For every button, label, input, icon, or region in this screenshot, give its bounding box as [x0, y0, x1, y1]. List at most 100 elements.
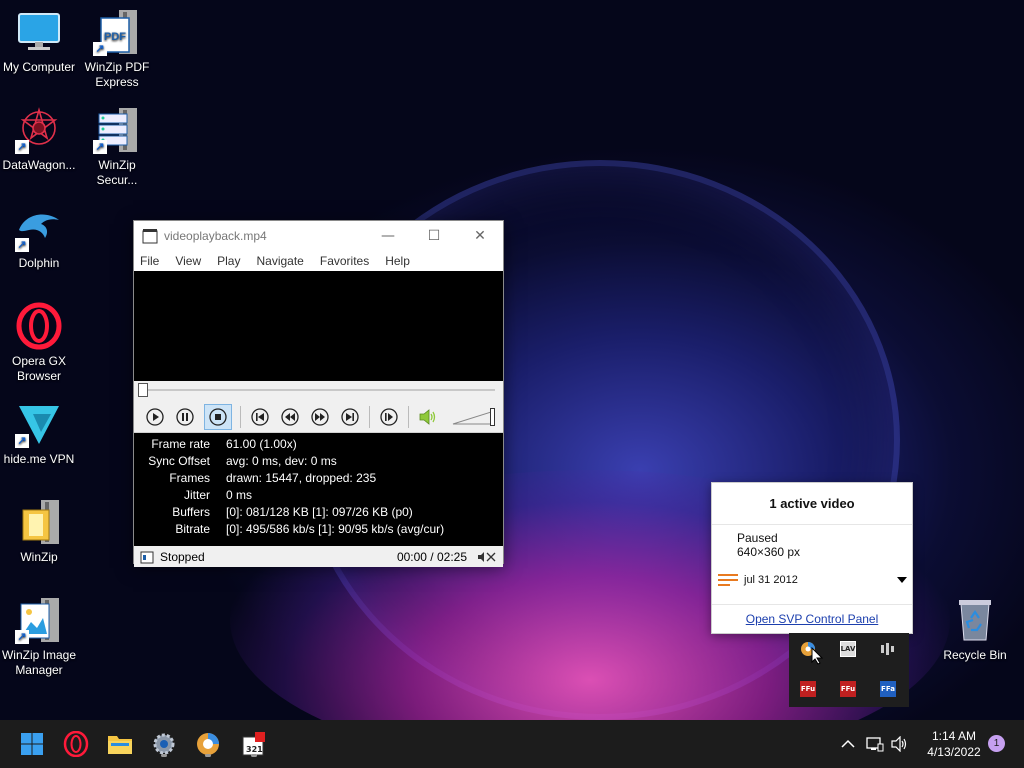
winzip-pdf-icon: PDF ↗: [93, 8, 141, 56]
taskbar-svp[interactable]: [192, 728, 224, 760]
svp-popup: 1 active video Paused 640×360 px jul 31 …: [711, 482, 913, 634]
network-icon[interactable]: [865, 734, 885, 754]
previous-button[interactable]: [249, 406, 271, 428]
playback-time: 00:00 / 02:25: [396, 549, 467, 564]
audio-switcher-tray-icon[interactable]: [880, 641, 896, 657]
desktop-icon-winzip-image-manager[interactable]: ↗ WinZip Image Manager: [0, 596, 78, 678]
play-button[interactable]: [144, 406, 166, 428]
taskbar-clock[interactable]: 1:14 AM 4/13/2022: [918, 728, 990, 760]
menu-view[interactable]: View: [175, 254, 201, 268]
svp-date: jul 31 2012: [744, 574, 798, 586]
shortcut-arrow-icon: ↗: [93, 140, 107, 154]
desktop-icon-winzip-secure[interactable]: ↗ WinZip Secur...: [78, 106, 156, 188]
rewind-button[interactable]: [279, 406, 301, 428]
maximize-icon: ☐: [427, 228, 441, 244]
start-button[interactable]: [16, 728, 48, 760]
menu-file[interactable]: File: [140, 254, 159, 268]
mpc-app-icon: [142, 228, 158, 244]
toolbar-separator: [240, 405, 241, 428]
player-titlebar[interactable]: videoplayback.mp4 — ☐ ✕: [134, 221, 503, 251]
maximize-button[interactable]: ☐: [411, 221, 457, 251]
pause-icon: [176, 407, 194, 426]
stat-value: [0]: 081/128 KB [1]: 097/26 KB (p0): [226, 505, 413, 519]
dropdown-arrow-icon[interactable]: [897, 577, 907, 583]
lav-tray-icon[interactable]: LAV: [840, 641, 856, 657]
stop-button[interactable]: [204, 403, 232, 430]
desktop-icon-my-computer[interactable]: My Computer: [0, 8, 78, 75]
menu-navigate[interactable]: Navigate: [256, 254, 303, 268]
seek-thumb[interactable]: [138, 383, 148, 397]
play-icon: [146, 407, 164, 426]
profile-lines-icon: [718, 574, 738, 586]
stat-value: [0]: 495/586 kb/s [1]: 90/95 kb/s (avg/c…: [226, 522, 445, 536]
desktop-icon-label: Dolphin: [18, 256, 60, 270]
shortcut-arrow-icon: ↗: [15, 140, 29, 154]
stat-row-buffers: Buffers [0]: 081/128 KB [1]: 097/26 KB (…: [134, 504, 503, 521]
desktop-icon-label: WinZip: [20, 550, 58, 564]
svp-profile-row[interactable]: jul 31 2012: [718, 573, 798, 587]
folder-icon: [108, 736, 132, 754]
menu-help[interactable]: Help: [385, 254, 410, 268]
ffdshow-audio-tray-icon[interactable]: FFa: [880, 681, 896, 697]
rewind-icon: [281, 407, 299, 426]
stat-value: 61.00 (1.00x): [226, 437, 297, 451]
taskbar-settings[interactable]: [148, 728, 180, 760]
desktop-icon-label: Opera GX Browser: [11, 354, 67, 383]
notification-badge[interactable]: 1: [988, 735, 1005, 752]
tray-overflow-panel: LAV FFu FFu FFa: [789, 633, 909, 707]
desktop-icon-winzip[interactable]: WinZip: [0, 498, 78, 565]
desktop-icon-label: WinZip Secur...: [96, 158, 138, 187]
ffdshow-video-tray-icon[interactable]: FFu: [800, 681, 816, 697]
volume-slider[interactable]: [451, 406, 497, 428]
running-indicator: [205, 754, 211, 757]
svp-video-info: Paused 640×360 px jul 31 2012: [712, 525, 912, 605]
frame-step-icon: [380, 407, 398, 426]
clock-time: 1:14 AM: [931, 729, 977, 743]
next-button[interactable]: [339, 406, 361, 428]
video-area[interactable]: [134, 271, 503, 381]
svp-header: 1 active video: [712, 483, 912, 525]
desktop-icon-hideme-vpn[interactable]: ↗ hide.me VPN: [0, 400, 78, 467]
stat-label: Frames: [169, 471, 210, 485]
windows-logo-icon: [21, 733, 43, 755]
stat-row-bitrate: Bitrate [0]: 495/586 kb/s [1]: 90/95 kb/…: [134, 521, 503, 538]
taskbar-opera-gx[interactable]: [60, 728, 92, 760]
stat-row-jitter: Jitter 0 ms: [134, 487, 503, 504]
frame-step-button[interactable]: [378, 406, 400, 428]
desktop-icon-label: WinZip PDF Express: [84, 60, 150, 89]
winzip-secure-icon: ↗: [93, 106, 141, 154]
fast-forward-button[interactable]: [309, 406, 331, 428]
stat-row-sync-offset: Sync Offset avg: 0 ms, dev: 0 ms: [134, 453, 503, 470]
stat-row-frame-rate: Frame rate 61.00 (1.00x): [134, 436, 503, 453]
desktop-icon-label: Recycle Bin: [943, 648, 1007, 662]
pause-button[interactable]: [174, 406, 196, 428]
taskbar-mpc-hc[interactable]: 321: [238, 728, 270, 760]
desktop-icon-opera-gx[interactable]: Opera GX Browser: [0, 302, 78, 384]
desktop-icon-dolphin[interactable]: ↗ Dolphin: [0, 204, 78, 271]
desktop-icon-label: DataWagon...: [2, 158, 76, 172]
shortcut-arrow-icon: ↗: [15, 630, 29, 644]
desktop-icon-datawagon[interactable]: ↗ DataWagon...: [0, 106, 78, 173]
volume-thumb[interactable]: [490, 407, 495, 426]
minimize-button[interactable]: —: [365, 221, 411, 251]
media-player-window[interactable]: videoplayback.mp4 — ☐ ✕ File View Play N…: [133, 220, 504, 567]
desktop-icon-winzip-pdf-express[interactable]: PDF ↗ WinZip PDF Express: [78, 8, 156, 90]
volume-icon[interactable]: [890, 734, 910, 754]
show-hidden-icons-button[interactable]: [838, 734, 858, 754]
taskbar-file-explorer[interactable]: [104, 728, 136, 760]
desktop-icon-label: WinZip Image Manager: [1, 648, 77, 677]
menu-play[interactable]: Play: [217, 254, 240, 268]
winzip-icon: [15, 498, 63, 546]
menu-favorites[interactable]: Favorites: [320, 254, 369, 268]
desktop-icon-recycle-bin[interactable]: Recycle Bin: [936, 596, 1014, 663]
stop-icon: [209, 407, 227, 426]
open-svp-control-panel-link[interactable]: Open SVP Control Panel: [712, 605, 912, 633]
seek-bar[interactable]: [134, 381, 503, 401]
toolbar-separator: [408, 405, 409, 428]
skip-forward-icon: [341, 407, 359, 426]
close-button[interactable]: ✕: [457, 221, 503, 251]
playback-controls: [134, 401, 503, 433]
shortcut-arrow-icon: ↗: [15, 434, 29, 448]
mute-button[interactable]: [417, 406, 439, 428]
ffdshow-video-tray-icon-2[interactable]: FFu: [840, 681, 856, 697]
